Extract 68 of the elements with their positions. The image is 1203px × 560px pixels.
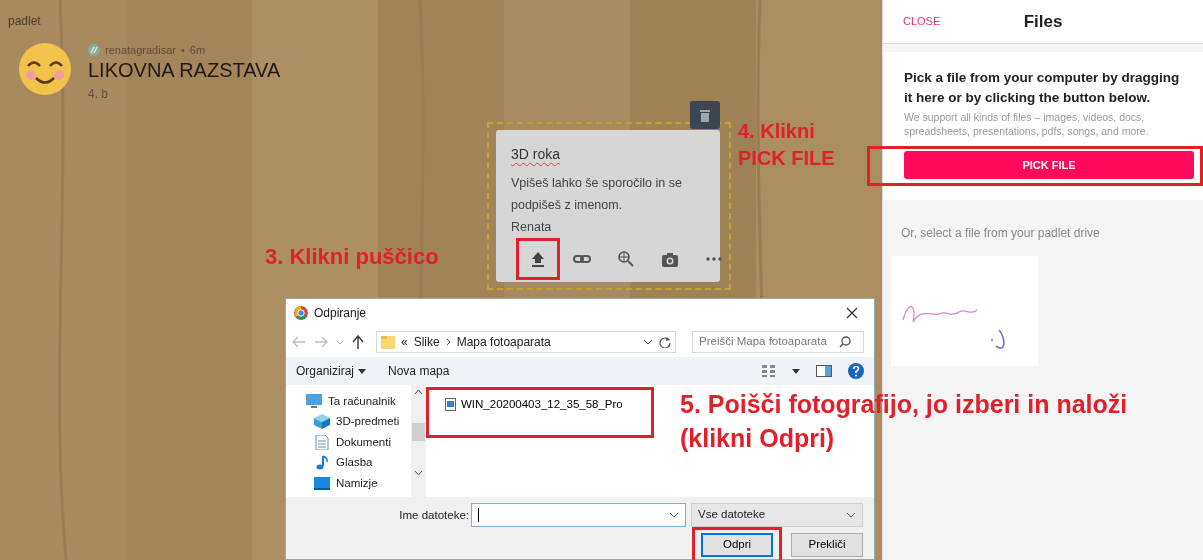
panel-title: Files — [1023, 10, 1063, 33]
annotation-text: 3. Klikni puščico — [265, 243, 439, 271]
filename-field[interactable] — [471, 503, 686, 527]
up-arrow-icon[interactable] — [352, 335, 364, 349]
cancel-button[interactable]: Prekliči — [791, 533, 863, 557]
path-overflow: « — [401, 334, 408, 351]
close-icon — [846, 307, 858, 319]
post-signature: Renata — [511, 218, 553, 236]
cube-icon — [314, 414, 330, 430]
folder-icon — [381, 335, 395, 349]
monitor-icon — [314, 475, 330, 491]
globe-search-icon — [618, 251, 634, 267]
wall-subtitle: 4. b — [88, 85, 109, 103]
preview-pane-icon[interactable] — [816, 365, 832, 377]
new-folder-button[interactable]: Nova mapa — [388, 362, 450, 380]
help-icon[interactable] — [848, 363, 864, 379]
pick-file-button[interactable]: PICK FILE — [904, 151, 1194, 180]
nav-item[interactable]: Namizje — [336, 474, 378, 492]
caret-icon[interactable] — [792, 368, 800, 374]
search-field[interactable]: Preišči Mapa fotoaparata — [692, 331, 864, 353]
post-age: 6m — [189, 43, 206, 58]
close-button[interactable]: CLOSE — [903, 13, 941, 30]
dropdown-icon — [846, 512, 856, 518]
annotation-text: 4. Klikni PICK FILE — [738, 119, 835, 171]
view-icon[interactable] — [762, 365, 776, 377]
caret-icon[interactable] — [358, 368, 367, 374]
drive-label: Or, select a file from your padlet drive — [900, 225, 1101, 243]
link-icon — [573, 253, 591, 265]
more-icon — [706, 257, 722, 261]
path-segment[interactable]: Mapa fotoaparata — [456, 333, 551, 351]
nav-item[interactable]: Dokumenti — [336, 433, 391, 451]
scrollbar[interactable] — [411, 385, 426, 497]
dropdown-icon[interactable] — [669, 512, 679, 518]
search-icon — [839, 336, 851, 348]
document-icon — [314, 434, 330, 450]
avatar-icon — [88, 44, 100, 57]
emoji-icon — [18, 42, 72, 96]
refresh-icon[interactable] — [659, 336, 671, 348]
open-button[interactable]: Odpri — [701, 533, 773, 557]
camera-icon — [662, 251, 678, 267]
post-body: Vpišeš lahko še sporočilo in se podpišeš z imenom. — [511, 175, 683, 214]
dialog-title: Odpiranje — [314, 305, 367, 322]
computer-icon — [306, 393, 322, 409]
image-file-icon — [445, 398, 456, 412]
nav-item[interactable]: 3D-predmeti — [336, 413, 400, 431]
chevron-icon — [445, 338, 451, 346]
upload-icon — [531, 251, 545, 267]
brand-logo: padlet — [8, 13, 41, 30]
post-title: 3D roka — [511, 145, 561, 164]
path-segment[interactable]: Slike — [413, 333, 440, 351]
nav-item[interactable]: Ta računalnik — [328, 392, 396, 410]
thumbnail-card[interactable] — [891, 256, 1038, 367]
organize-menu[interactable]: Organiziraj — [296, 362, 355, 380]
author-name: renatagradisar — [105, 43, 176, 58]
separator-dot: • — [180, 43, 185, 58]
trash-icon — [700, 108, 710, 122]
file-type-select[interactable]: Vse datoteke — [691, 503, 863, 527]
upload-heading: Pick a file from your computer by dragging it here or by clicking the button below. — [904, 69, 1181, 107]
music-note-icon — [314, 455, 330, 471]
file-item[interactable]: WIN_20200403_12_35_58_Pro — [441, 394, 627, 416]
filename-label: Ime datoteke: — [398, 508, 469, 523]
dropdown-icon[interactable] — [643, 339, 653, 345]
browser-icon — [294, 306, 308, 320]
upload-note: We support all kinds of files – images, videos, docs, spreadsheets, presentations, pdfs, songs, and more. — [904, 110, 1150, 139]
delete-button[interactable] — [690, 101, 720, 129]
wall-title: LIKOVNA RAZSTAVA — [88, 58, 281, 81]
address-bar[interactable]: « Slike Mapa fotoaparata — [376, 331, 676, 353]
nav-item[interactable]: Glasba — [336, 454, 373, 472]
